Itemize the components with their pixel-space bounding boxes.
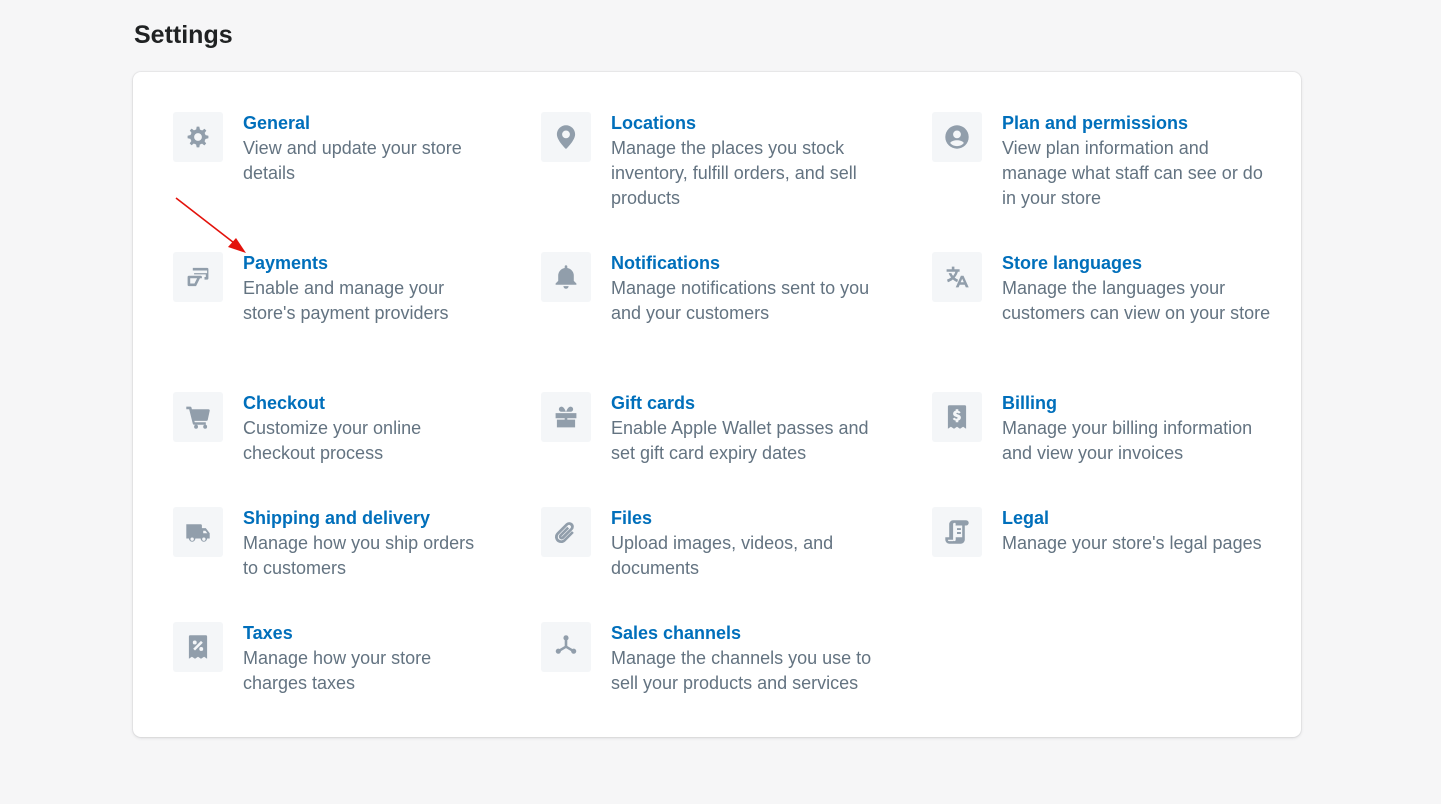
settings-item-notifications[interactable]: Notifications Manage notifications sent … — [541, 252, 876, 326]
translate-icon — [932, 252, 982, 302]
settings-item-gift-cards[interactable]: Gift cards Enable Apple Wallet passes an… — [541, 392, 876, 466]
legal-document-icon — [932, 507, 982, 557]
settings-item-description: Enable and manage your store's payment p… — [243, 278, 449, 323]
settings-item-title[interactable]: Billing — [1002, 391, 1272, 416]
settings-card: General View and update your store detai… — [133, 72, 1301, 737]
tax-receipt-icon — [173, 622, 223, 672]
settings-item-sales-channels[interactable]: Sales channels Manage the channels you u… — [541, 622, 876, 696]
gear-icon — [173, 112, 223, 162]
settings-item-title[interactable]: General — [243, 111, 488, 136]
gift-icon — [541, 392, 591, 442]
settings-item-description: View plan information and manage what st… — [1002, 138, 1263, 208]
page-title: Settings — [134, 21, 233, 49]
user-circle-icon — [932, 112, 982, 162]
settings-item-legal[interactable]: Legal Manage your store's legal pages — [932, 507, 1272, 557]
settings-item-description: Customize your online checkout process — [243, 418, 422, 463]
settings-item-title[interactable]: Payments — [243, 251, 488, 276]
settings-item-title[interactable]: Locations — [611, 111, 876, 136]
settings-item-description: Manage how your store charges taxes — [243, 648, 432, 693]
settings-item-title[interactable]: Gift cards — [611, 391, 876, 416]
settings-item-description: Manage the languages your customers can … — [1002, 278, 1271, 323]
settings-item-checkout[interactable]: Checkout Customize your online checkout … — [173, 392, 488, 466]
channels-icon — [541, 622, 591, 672]
truck-icon — [173, 507, 223, 557]
settings-item-title[interactable]: Taxes — [243, 621, 488, 646]
cart-icon — [173, 392, 223, 442]
settings-item-description: Manage how you ship orders to customers — [243, 533, 475, 578]
settings-item-payments[interactable]: Payments Enable and manage your store's … — [173, 252, 488, 326]
bell-icon — [541, 252, 591, 302]
settings-item-description: Upload images, videos, and documents — [611, 533, 834, 578]
settings-item-title[interactable]: Notifications — [611, 251, 876, 276]
settings-item-title[interactable]: Store languages — [1002, 251, 1272, 276]
settings-item-shipping-and-delivery[interactable]: Shipping and delivery Manage how you shi… — [173, 507, 488, 581]
settings-item-general[interactable]: General View and update your store detai… — [173, 112, 488, 186]
settings-item-title[interactable]: Plan and permissions — [1002, 111, 1272, 136]
settings-item-description: Manage the channels you use to sell your… — [611, 648, 872, 693]
settings-item-description: View and update your store details — [243, 138, 462, 183]
settings-item-files[interactable]: Files Upload images, videos, and documen… — [541, 507, 876, 581]
settings-item-title[interactable]: Files — [611, 506, 876, 531]
settings-item-billing[interactable]: Billing Manage your billing information … — [932, 392, 1272, 466]
settings-item-description: Manage the places you stock inventory, f… — [611, 138, 857, 208]
settings-item-title[interactable]: Shipping and delivery — [243, 506, 488, 531]
settings-item-locations[interactable]: Locations Manage the places you stock in… — [541, 112, 876, 211]
settings-item-description: Enable Apple Wallet passes and set gift … — [611, 418, 869, 463]
settings-item-plan-and-permissions[interactable]: Plan and permissions View plan informati… — [932, 112, 1272, 211]
settings-item-store-languages[interactable]: Store languages Manage the languages you… — [932, 252, 1272, 326]
settings-item-title[interactable]: Checkout — [243, 391, 488, 416]
settings-item-title[interactable]: Legal — [1002, 506, 1272, 531]
paperclip-icon — [541, 507, 591, 557]
dollar-receipt-icon — [932, 392, 982, 442]
settings-item-taxes[interactable]: Taxes Manage how your store charges taxe… — [173, 622, 488, 696]
settings-item-title[interactable]: Sales channels — [611, 621, 876, 646]
location-pin-icon — [541, 112, 591, 162]
payment-card-icon — [173, 252, 223, 302]
settings-item-description: Manage your store's legal pages — [1002, 533, 1262, 553]
settings-item-description: Manage your billing information and view… — [1002, 418, 1253, 463]
settings-item-description: Manage notifications sent to you and you… — [611, 278, 870, 323]
